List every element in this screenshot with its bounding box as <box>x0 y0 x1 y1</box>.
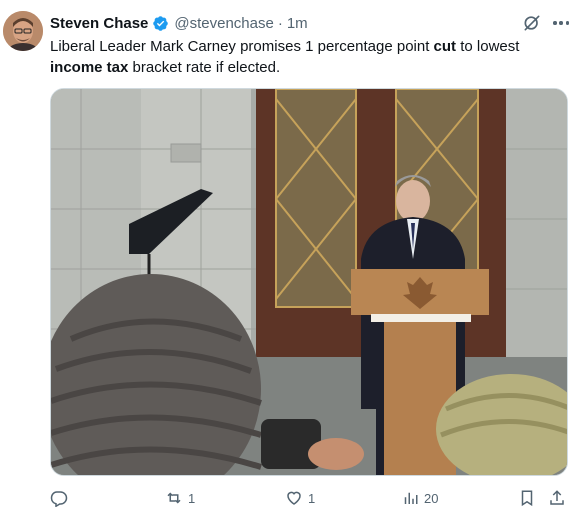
author-display-name[interactable]: Steven Chase <box>50 15 148 32</box>
more-options-icon[interactable] <box>550 13 572 33</box>
tweet-header: Steven Chase @stevenchase · 1m <box>50 13 308 33</box>
share-icon <box>550 490 564 505</box>
author-handle[interactable]: @stevenchase <box>174 15 273 32</box>
avatar[interactable] <box>3 11 43 51</box>
retweet-icon <box>167 492 181 504</box>
reply-icon <box>50 491 68 507</box>
tweet-text-bold-cut: cut <box>433 38 457 55</box>
tweet-text: Liberal Leader Mark Carney promises 1 pe… <box>50 37 565 78</box>
tweet-text-part: bracket rate if elected. <box>128 58 281 76</box>
press-conference-photo <box>51 89 567 475</box>
views-count: 20 <box>424 490 439 506</box>
like-count: 1 <box>308 490 316 506</box>
verified-badge-icon <box>153 15 169 31</box>
timestamp[interactable]: 1m <box>287 15 308 32</box>
tweet-actions: 1 1 20 <box>0 486 578 510</box>
bookmark-button[interactable] <box>518 486 536 510</box>
reply-button[interactable] <box>50 486 68 510</box>
like-button[interactable]: 1 <box>285 486 315 510</box>
tweet-text-bold-income-tax: income tax <box>50 58 129 76</box>
separator-dot: · <box>277 14 283 32</box>
tweet-text-part: to lowest <box>456 38 520 55</box>
heart-icon <box>287 491 301 505</box>
tweet-card[interactable]: Steven Chase @stevenchase · 1m Liberal L… <box>0 0 578 512</box>
tweet-text-part: Liberal Leader Mark Carney promises 1 pe… <box>50 38 434 55</box>
bookmark-icon <box>521 490 533 507</box>
retweet-button[interactable]: 1 <box>165 486 195 510</box>
share-button[interactable] <box>548 486 566 510</box>
views-chart-icon <box>404 492 418 504</box>
grok-icon[interactable] <box>522 13 542 33</box>
retweet-count: 1 <box>188 490 196 506</box>
avatar-image <box>3 11 43 51</box>
views-button[interactable]: 20 <box>401 486 438 510</box>
tweet-photo[interactable] <box>50 88 568 476</box>
